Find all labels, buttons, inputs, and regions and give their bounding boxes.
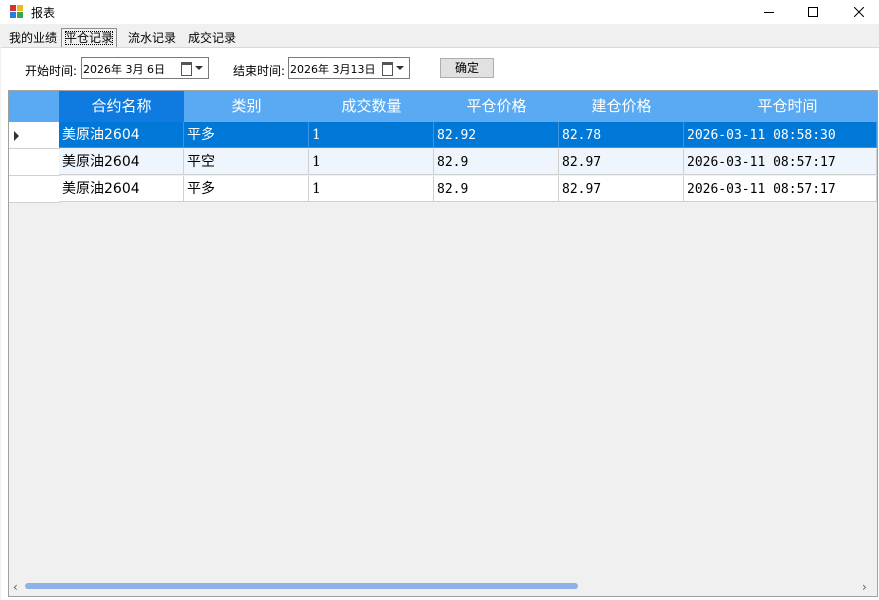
column-header-close-price[interactable]: 平仓价格 [434, 91, 559, 122]
tab-label: 平仓记录 [65, 31, 114, 45]
maximize-icon [808, 7, 818, 17]
row-header[interactable] [9, 176, 60, 203]
cell-open-price[interactable]: 82.78 [559, 122, 684, 148]
window-title: 报表 [31, 6, 56, 20]
cell-quantity[interactable]: 1 [309, 149, 434, 175]
column-header-close-time[interactable]: 平仓时间 [684, 91, 877, 122]
cell-type[interactable]: 平空 [184, 149, 309, 175]
close-button[interactable] [836, 0, 879, 24]
cell-close-time[interactable]: 2026-03-11 08:57:17 [684, 149, 877, 175]
tab-strip: 我的业绩 平仓记录 流水记录 成交记录 [0, 28, 879, 48]
cell-close-price[interactable]: 82.9 [434, 176, 559, 202]
cell-contract[interactable]: 美原油2604 [59, 176, 184, 202]
scroll-right-icon[interactable]: › [862, 580, 867, 594]
tab-label: 我的业绩 [9, 31, 58, 45]
column-header-open-price[interactable]: 建仓价格 [559, 91, 684, 122]
table-row[interactable]: 美原油2604 平多 1 82.92 82.78 2026-03-11 08:5… [9, 122, 877, 149]
dropdown-arrow-icon[interactable] [396, 66, 404, 70]
close-position-grid[interactable]: 合约名称 类别 成交数量 平仓价格 建仓价格 平仓时间 美原油2604 平多 1… [8, 90, 878, 597]
cell-quantity[interactable]: 1 [309, 176, 434, 202]
dropdown-arrow-icon[interactable] [195, 66, 203, 70]
app-icon [10, 5, 24, 19]
cell-close-time[interactable]: 2026-03-11 08:57:17 [684, 176, 877, 202]
tab-label: 流水记录 [128, 31, 177, 45]
row-selector-icon [14, 131, 19, 141]
cell-close-price[interactable]: 82.92 [434, 122, 559, 148]
grid-header: 合约名称 类别 成交数量 平仓价格 建仓价格 平仓时间 [9, 91, 877, 122]
column-header-contract[interactable]: 合约名称 [59, 91, 184, 122]
tab-trade-records[interactable]: 成交记录 [185, 29, 239, 47]
minimize-button[interactable] [746, 0, 792, 24]
tab-label: 成交记录 [188, 31, 237, 45]
start-date-value: 2026年 3月 6日 [83, 63, 165, 76]
tab-flow-records[interactable]: 流水记录 [125, 29, 179, 47]
cell-contract[interactable]: 美原油2604 [59, 149, 184, 175]
end-time-label: 结束时间: [233, 64, 286, 78]
tab-close-positions[interactable]: 平仓记录 [61, 28, 118, 48]
cell-type[interactable]: 平多 [184, 122, 309, 148]
tab-my-performance[interactable]: 我的业绩 [6, 29, 60, 47]
end-date-picker[interactable]: 2026年 3月13日 [288, 57, 410, 79]
cell-contract[interactable]: 美原油2604 [59, 122, 184, 148]
table-row[interactable]: 美原油2604 平多 1 82.9 82.97 2026-03-11 08:57… [9, 176, 877, 203]
row-header[interactable] [9, 149, 60, 176]
minimize-icon [764, 12, 774, 13]
cell-close-time[interactable]: 2026-03-11 08:58:30 [684, 122, 877, 148]
close-icon [854, 7, 864, 17]
calendar-icon[interactable] [382, 62, 393, 76]
cell-type[interactable]: 平多 [184, 176, 309, 202]
confirm-button[interactable]: 确定 [440, 58, 494, 78]
table-row[interactable]: 美原油2604 平空 1 82.9 82.97 2026-03-11 08:57… [9, 149, 877, 176]
scrollbar-thumb[interactable] [25, 583, 578, 589]
cell-quantity[interactable]: 1 [309, 122, 434, 148]
row-header[interactable] [9, 122, 60, 149]
cell-close-price[interactable]: 82.9 [434, 149, 559, 175]
horizontal-scrollbar[interactable]: ‹ › [9, 578, 877, 595]
start-time-label: 开始时间: [25, 64, 78, 78]
column-header-quantity[interactable]: 成交数量 [309, 91, 434, 122]
maximize-button[interactable] [790, 0, 836, 24]
cell-open-price[interactable]: 82.97 [559, 149, 684, 175]
calendar-icon[interactable] [181, 62, 192, 76]
column-header-type[interactable]: 类别 [184, 91, 309, 122]
start-date-picker[interactable]: 2026年 3月 6日 [81, 57, 209, 79]
title-bar: 报表 [0, 0, 879, 24]
cell-open-price[interactable]: 82.97 [559, 176, 684, 202]
end-date-value: 2026年 3月13日 [290, 63, 376, 76]
scroll-left-icon[interactable]: ‹ [13, 580, 18, 594]
